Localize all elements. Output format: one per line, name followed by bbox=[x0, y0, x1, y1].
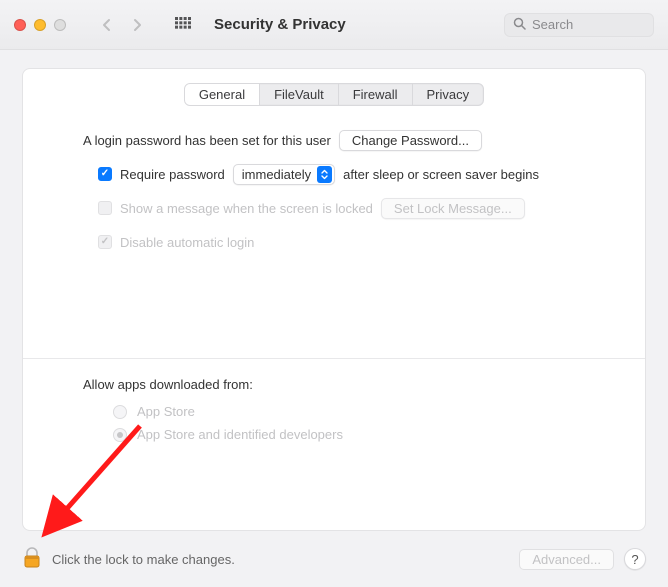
search-field[interactable] bbox=[504, 13, 654, 37]
minimize-window-button[interactable] bbox=[34, 19, 46, 31]
login-section: A login password has been set for this u… bbox=[23, 106, 645, 274]
require-password-delay-value: immediately bbox=[242, 167, 311, 182]
radio-identified-devs-label: App Store and identified developers bbox=[137, 427, 343, 442]
change-password-button[interactable]: Change Password... bbox=[339, 130, 482, 151]
help-icon: ? bbox=[631, 552, 638, 567]
require-password-checkbox[interactable] bbox=[98, 167, 112, 181]
gatekeeper-heading: Allow apps downloaded from: bbox=[83, 377, 253, 392]
window-controls bbox=[14, 19, 66, 31]
zoom-window-button bbox=[54, 19, 66, 31]
require-password-label: Require password bbox=[120, 167, 225, 182]
password-set-label: A login password has been set for this u… bbox=[83, 133, 331, 148]
back-button[interactable] bbox=[94, 13, 120, 37]
tab-general[interactable]: General bbox=[185, 84, 260, 105]
preferences-window: Security & Privacy General FileVault Fir… bbox=[0, 0, 668, 587]
tab-bar: General FileVault Firewall Privacy bbox=[184, 83, 484, 106]
show-message-checkbox bbox=[98, 201, 112, 215]
require-password-suffix: after sleep or screen saver begins bbox=[343, 167, 539, 182]
lock-text: Click the lock to make changes. bbox=[52, 552, 235, 567]
close-window-button[interactable] bbox=[14, 19, 26, 31]
disable-auto-login-label: Disable automatic login bbox=[120, 235, 254, 250]
window-title: Security & Privacy bbox=[214, 16, 346, 33]
lock-button[interactable] bbox=[22, 546, 42, 573]
tab-privacy[interactable]: Privacy bbox=[413, 84, 484, 105]
settings-pane: General FileVault Firewall Privacy A log… bbox=[22, 68, 646, 531]
forward-button bbox=[124, 13, 150, 37]
require-password-delay-select[interactable]: immediately bbox=[233, 164, 335, 185]
gatekeeper-section: Allow apps downloaded from: App Store Ap… bbox=[23, 359, 645, 460]
help-button[interactable]: ? bbox=[624, 548, 646, 570]
lock-icon bbox=[22, 546, 42, 570]
tab-firewall[interactable]: Firewall bbox=[339, 84, 413, 105]
search-icon bbox=[513, 17, 526, 33]
tab-filevault[interactable]: FileVault bbox=[260, 84, 339, 105]
radio-identified-devs bbox=[113, 428, 127, 442]
search-input[interactable] bbox=[532, 17, 645, 32]
select-arrows-icon bbox=[317, 166, 332, 183]
titlebar: Security & Privacy bbox=[0, 0, 668, 50]
radio-appstore bbox=[113, 405, 127, 419]
set-lock-message-button: Set Lock Message... bbox=[381, 198, 525, 219]
footer: Click the lock to make changes. Advanced… bbox=[0, 531, 668, 587]
show-message-label: Show a message when the screen is locked bbox=[120, 201, 373, 216]
nav-arrows bbox=[94, 13, 150, 37]
advanced-button: Advanced... bbox=[519, 549, 614, 570]
radio-appstore-label: App Store bbox=[137, 404, 195, 419]
content-area: General FileVault Firewall Privacy A log… bbox=[0, 50, 668, 531]
show-all-button[interactable] bbox=[172, 14, 194, 36]
disable-auto-login-checkbox bbox=[98, 235, 112, 249]
